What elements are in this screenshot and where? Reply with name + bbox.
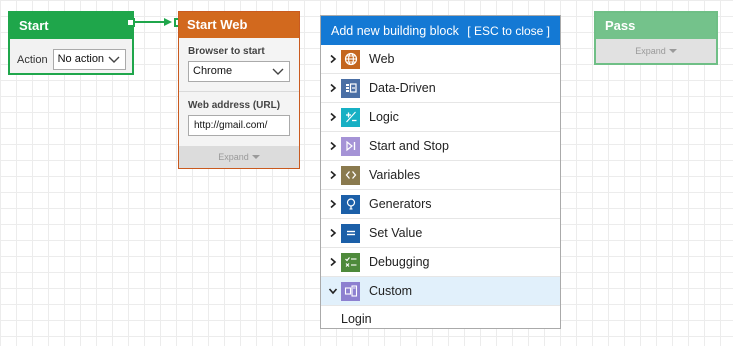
pass-block[interactable]: Pass Expand [594,11,718,65]
popup-title: Add new building block [331,23,459,38]
chevron-right-icon[interactable] [321,103,341,132]
url-label: Web address (URL) [188,100,281,111]
action-label: Action [17,53,48,66]
lightbulb-icon [341,194,360,214]
start-web-browser-block[interactable]: Start Web Browser Browser to start Chrom… [178,11,300,169]
chevron-right-icon[interactable] [321,219,341,248]
pass-expand-button[interactable]: Expand [596,39,716,63]
url-input[interactable]: http://gmail.com/ [188,115,290,136]
category-list: Web Data-Driven Logic Start and Stop Variabl… [321,45,560,332]
chevron-right-icon[interactable] [321,161,341,190]
custom-block-item[interactable]: Login [321,306,560,332]
chevron-right-icon[interactable] [321,45,341,74]
checklist-icon [341,252,360,272]
category-item-variables[interactable]: Variables [321,161,560,190]
category-item-generators[interactable]: Generators [321,190,560,219]
triangle-down-icon [251,155,260,159]
category-label: Data-Driven [369,81,436,95]
start-block-title: Start [10,13,132,39]
popup-header: Add new building block [ ESC to close ] [321,16,560,45]
pass-block-title: Pass [596,13,716,39]
category-item-debugging[interactable]: Debugging [321,248,560,277]
action-select-value: No action [57,53,105,65]
start-block[interactable]: Start Action No action [8,11,134,75]
expand-label: Expand [218,152,249,162]
chevron-right-icon[interactable] [321,74,341,103]
output-port[interactable] [126,18,135,27]
connector-arrow [135,18,172,26]
add-building-block-popup: Add new building block [ ESC to close ] … [320,15,561,329]
data-driven-icon [341,78,360,98]
category-label: Variables [369,168,421,182]
chevron-right-icon[interactable] [321,190,341,219]
custom-blocks-icon [341,281,360,301]
code-brackets-icon [341,165,360,185]
category-label: Web [369,52,395,66]
triangle-down-icon [668,49,677,53]
category-label: Start and Stop [369,139,449,153]
action-select[interactable]: No action [52,49,126,70]
plus-minus-icon [341,107,360,127]
web-expand-button[interactable]: Expand [179,146,299,168]
chevron-right-icon[interactable] [321,248,341,277]
category-label: Generators [369,197,432,211]
category-item-data-driven[interactable]: Data-Driven [321,74,560,103]
action-row: Action No action [10,39,132,70]
category-label: Debugging [369,255,430,269]
browser-select[interactable]: Chrome [188,61,290,82]
category-item-web[interactable]: Web [321,45,560,74]
category-item-custom[interactable]: Custom [321,277,560,306]
category-label: Set Value [369,226,423,240]
category-item-start-and-stop[interactable]: Start and Stop [321,132,560,161]
chevron-down-icon [272,68,284,75]
play-stop-icon [341,136,360,156]
close-hint[interactable]: [ ESC to close ] [467,24,550,38]
chevron-down-icon[interactable] [321,277,341,306]
chevron-right-icon[interactable] [321,132,341,161]
chevron-down-icon [108,56,120,63]
category-label: Custom [369,284,413,298]
category-label: Logic [369,110,399,124]
equals-icon [341,223,360,243]
browser-select-value: Chrome [193,65,233,77]
category-item-set-value[interactable]: Set Value [321,219,560,248]
category-item-logic[interactable]: Logic [321,103,560,132]
web-block-title: Start Web Browser [179,12,299,58]
globe-icon [341,49,360,69]
expand-label: Expand [635,46,666,56]
